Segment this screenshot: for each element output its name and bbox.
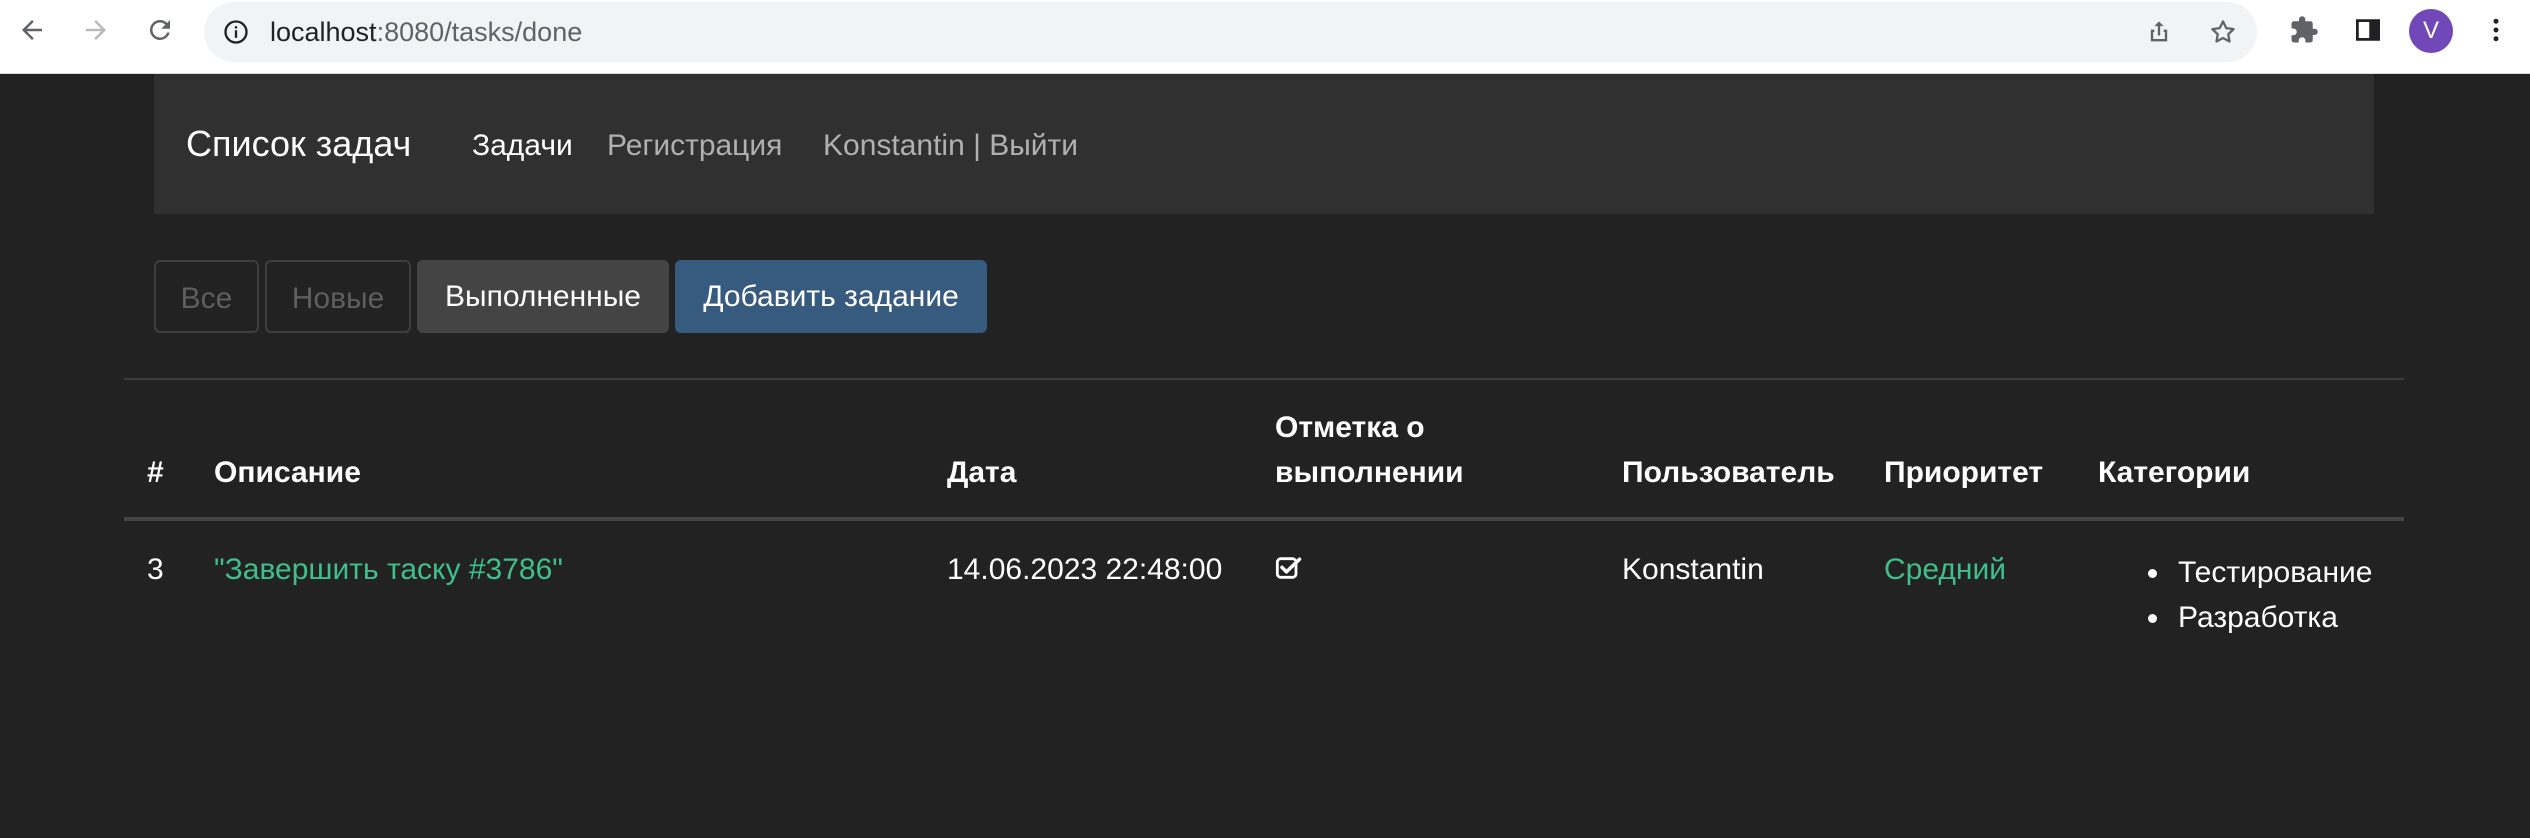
header-done-mark-line2: выполнении [1275,456,1464,489]
filter-new-button[interactable]: Новые [265,260,411,333]
header-done-mark-line1: Отметка о [1275,411,1425,444]
bookmark-star-icon[interactable] [2199,8,2247,56]
category-item: Тестирование [2148,550,2373,595]
header-done-mark: Отметка о выполнении [1275,405,1464,495]
back-arrow-icon[interactable] [8,6,56,54]
forward-arrow-icon[interactable] [72,6,120,54]
categories-list: Тестирование Разработка [2148,550,2373,640]
url-path: :8080/tasks/done [376,17,583,47]
header-date: Дата [947,456,1017,489]
divider [124,378,2404,380]
nav-link-user-logout[interactable]: Konstantin | Выйти [823,126,1078,166]
table-header-divider [124,517,2404,521]
add-task-button[interactable]: Добавить задание [675,260,987,333]
address-bar[interactable]: localhost:8080/tasks/done [204,2,2257,62]
header-number: # [147,456,164,489]
filter-done-button[interactable]: Выполненные [417,260,669,333]
menu-dots-icon[interactable] [2472,6,2520,54]
category-item: Разработка [2148,595,2373,640]
header-user: Пользователь [1622,456,1835,489]
reload-icon[interactable] [136,6,184,54]
header-priority: Приоритет [1884,456,2044,489]
extensions-puzzle-icon[interactable] [2280,6,2328,54]
task-description-link[interactable]: "Завершить таску #3786" [214,550,563,590]
cell-date: 14.06.2023 22:48:00 [947,553,1223,586]
filter-all-button[interactable]: Все [154,260,259,333]
site-info-icon[interactable] [222,18,250,51]
nav-link-registration[interactable]: Регистрация [607,126,782,166]
header-categories: Категории [2098,456,2251,489]
navbar-brand[interactable]: Список задач [186,121,411,167]
priority-link[interactable]: Средний [1884,550,2006,590]
share-icon[interactable] [2135,8,2183,56]
cell-user: Konstantin [1622,553,1764,586]
browser-toolbar: localhost:8080/tasks/done V [0,0,2530,74]
url-host: localhost [270,17,377,47]
header-description: Описание [214,456,361,489]
url-text[interactable]: localhost:8080/tasks/done [270,14,582,50]
app-navbar: Список задач Задачи Регистрация Konstant… [154,74,2374,214]
side-panel-icon[interactable] [2344,6,2392,54]
profile-avatar[interactable]: V [2409,9,2453,53]
nav-link-tasks[interactable]: Задачи [472,126,573,166]
cell-number: 3 [147,553,164,586]
checked-square-icon [1275,553,1303,593]
